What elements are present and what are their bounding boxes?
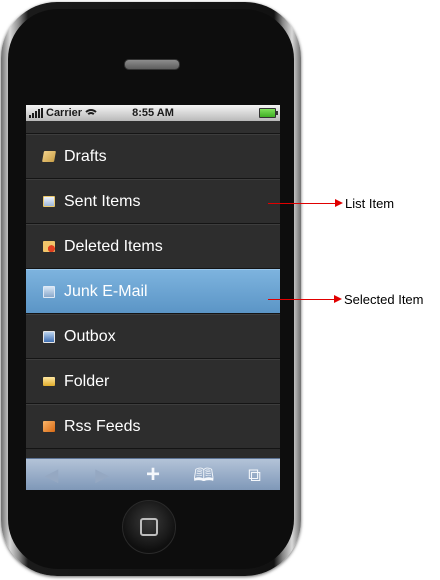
battery-icon (259, 108, 278, 118)
rss-feed-icon (43, 421, 55, 432)
home-button[interactable] (122, 500, 176, 554)
safari-toolbar: ◀ ▶ + 🕮 ⧉ (26, 458, 280, 490)
list-item-label: Outbox (64, 327, 116, 345)
list-item-arrow-line (268, 203, 335, 204)
list-item-label: Sent Items (64, 192, 141, 210)
iphone-frame: Carrier 8:55 AM Drafts Sent Items Delete… (1, 2, 301, 576)
outbox-icon (43, 330, 55, 343)
phone-screen: Carrier 8:55 AM Drafts Sent Items Delete… (26, 105, 280, 490)
list-item-label: Deleted Items (64, 237, 163, 255)
bookmarks-book-icon[interactable]: 🕮 (189, 466, 219, 484)
list-item-outbox[interactable]: Outbox (26, 314, 280, 359)
list-item-junk-mail[interactable]: Junk E-Mail (26, 269, 280, 314)
forward-arrow-icon[interactable]: ▶ (87, 466, 117, 484)
list-item-folder[interactable]: Folder (26, 359, 280, 404)
sent-items-icon (43, 196, 55, 207)
earpiece-speaker (124, 59, 180, 70)
list-item-annotation: List Item (345, 196, 395, 211)
list-item-drafts[interactable]: Drafts (26, 134, 280, 179)
status-time: 8:55 AM (132, 107, 174, 119)
list-item-label: Drafts (64, 147, 107, 165)
folder-icon (43, 377, 55, 386)
list-item-label: Rss Feeds (64, 417, 141, 435)
add-bookmark-icon[interactable]: + (138, 462, 168, 487)
junk-mail-icon (43, 285, 55, 298)
list-item-label: Folder (64, 372, 110, 390)
list-item-rss-feeds[interactable]: Rss Feeds (26, 404, 280, 449)
pages-icon[interactable]: ⧉ (240, 466, 270, 484)
status-bar: Carrier 8:55 AM (26, 105, 280, 121)
list-item-arrow-head (335, 199, 343, 207)
home-square-icon (140, 518, 158, 536)
back-arrow-icon[interactable]: ◀ (36, 466, 66, 484)
list-item-deleted-items[interactable]: Deleted Items (26, 224, 280, 269)
selected-item-annotation: Selected Item (344, 292, 424, 307)
selected-item-arrow-line (268, 299, 334, 300)
list-item-label: Junk E-Mail (64, 282, 148, 300)
selected-item-arrow-head (334, 295, 342, 303)
list-item-sent-items[interactable]: Sent Items (26, 179, 280, 224)
drafts-icon (42, 151, 56, 162)
deleted-items-icon (43, 241, 55, 252)
list-top-edge (26, 121, 280, 134)
folder-list: Drafts Sent Items Deleted Items Junk E-M… (26, 121, 280, 449)
